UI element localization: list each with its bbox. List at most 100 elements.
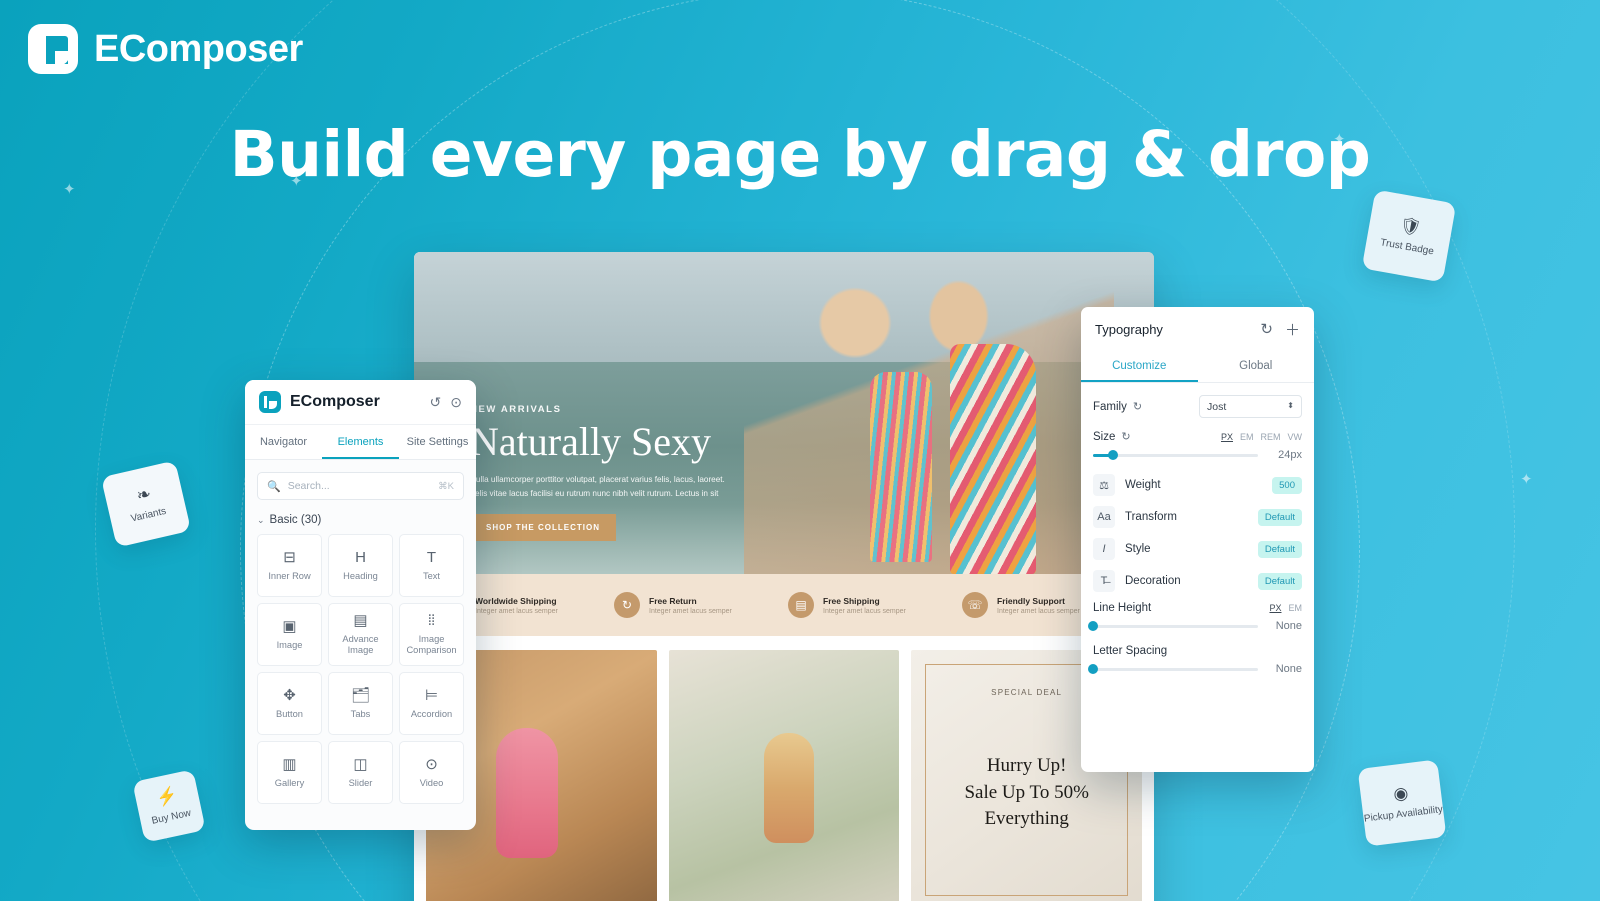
line-height-label: Line Height: [1093, 602, 1152, 614]
tab-navigator[interactable]: Navigator: [245, 425, 322, 459]
headset-icon: ☏: [962, 592, 988, 618]
element-advance-image[interactable]: ▤ Advance Image: [328, 603, 393, 666]
typography-panel[interactable]: Typography ↻ ＋ Customize Global Family ↻…: [1081, 307, 1314, 772]
element-image[interactable]: ▣ Image: [257, 603, 322, 666]
element-tabs[interactable]: 🗂 Tabs: [328, 672, 393, 735]
search-shortcut: ⌘K: [438, 480, 454, 492]
refresh-icon[interactable]: ↻: [1121, 430, 1130, 443]
tab-global[interactable]: Global: [1198, 351, 1315, 382]
prop-value[interactable]: 500: [1272, 476, 1302, 494]
element-image-comparison[interactable]: ⦙⦙ Image Comparison: [399, 603, 464, 666]
element-label: Video: [419, 777, 444, 788]
chip-buy-now[interactable]: ⚡ Buy Now: [132, 769, 206, 843]
strikethrough-icon: T̶: [1093, 570, 1115, 592]
feature-title: Free Return: [649, 595, 697, 606]
image-icon: ▣: [282, 617, 297, 635]
tab-site-settings[interactable]: Site Settings: [399, 425, 476, 459]
advance-image-icon: ▤: [353, 612, 368, 630]
transform-aa-icon: Aa: [1093, 506, 1115, 528]
tab-elements[interactable]: Elements: [322, 425, 399, 459]
help-circle-icon[interactable]: ⊙: [450, 394, 462, 411]
variants-swatch-icon: ❧: [134, 484, 153, 506]
unit-em[interactable]: EM: [1240, 432, 1254, 442]
unit-px[interactable]: PX: [1221, 432, 1233, 442]
prop-style[interactable]: I Style Default: [1093, 538, 1302, 560]
lightning-bolt-icon: ⚡: [154, 785, 180, 809]
sparkle-icon: ✦: [1520, 471, 1533, 488]
line-height-slider[interactable]: None: [1088, 620, 1302, 632]
elements-panel[interactable]: EComposer ↺ ⊙ Navigator Elements Site Se…: [245, 380, 476, 830]
size-slider[interactable]: 24px: [1093, 449, 1302, 461]
element-text[interactable]: T Text: [399, 534, 464, 597]
inner-row-icon: ⊟: [283, 548, 296, 566]
page-title: Build every page by drag & drop: [229, 118, 1371, 191]
product-image[interactable]: [668, 650, 900, 901]
plus-icon[interactable]: ＋: [1285, 319, 1300, 340]
elements-panel-header: EComposer ↺ ⊙: [245, 380, 476, 425]
prop-weight[interactable]: ⚖ Weight 500: [1093, 474, 1302, 496]
unit-vw[interactable]: VW: [1288, 432, 1303, 442]
element-label: Text: [422, 570, 441, 581]
section-basic[interactable]: ⌄ Basic (30): [257, 514, 464, 526]
element-accordion[interactable]: ⊨ Accordion: [399, 672, 464, 735]
prop-label: Weight: [1125, 479, 1161, 491]
gallery-icon: ▥: [282, 755, 297, 773]
element-label: Tabs: [350, 708, 371, 719]
unit-rem[interactable]: REM: [1261, 432, 1281, 442]
elements-grid: ⊟ Inner Row H Heading T Text ▣ Image ▤ Advanc…: [245, 534, 476, 804]
map-pin-icon: ◉: [1392, 783, 1410, 805]
element-slider[interactable]: ◫ Slider: [328, 741, 393, 804]
history-icon[interactable]: ↺: [430, 394, 442, 411]
prop-label: Transform: [1125, 511, 1177, 523]
unit-px[interactable]: PX: [1269, 603, 1281, 613]
letter-spacing-label: Letter Spacing: [1093, 645, 1168, 657]
accordion-icon: ⊨: [424, 686, 439, 704]
refresh-icon: ↻: [614, 592, 640, 618]
prop-value[interactable]: Default: [1257, 508, 1302, 526]
image-comparison-icon: ⦙⦙: [428, 612, 435, 630]
element-label: Inner Row: [268, 570, 311, 581]
element-gallery[interactable]: ▥ Gallery: [257, 741, 322, 804]
weight-scale-icon: ⚖: [1093, 474, 1115, 496]
typography-panel-header: Typography ↻ ＋: [1081, 307, 1314, 351]
chip-variants[interactable]: ❧ Variants: [100, 460, 192, 548]
feature-title: Friendly Support: [997, 595, 1065, 606]
element-button[interactable]: ✥ Button: [257, 672, 322, 735]
search-placeholder: Search...: [287, 480, 330, 492]
element-inner-row[interactable]: ⊟ Inner Row: [257, 534, 322, 597]
tab-customize[interactable]: Customize: [1081, 351, 1198, 382]
size-value: 24px: [1278, 449, 1302, 461]
chevron-updown-icon: ⬍: [1287, 401, 1294, 411]
chip-trust-badge[interactable]: 🛡 Trust Badge: [1361, 189, 1457, 283]
element-label: Image Comparison: [406, 634, 457, 655]
product-row: SPECIAL DEAL Hurry Up! Sale Up To 50% Ev…: [414, 636, 1154, 901]
refresh-icon[interactable]: ↻: [1133, 400, 1142, 413]
chip-pickup-availability[interactable]: ◉ Pickup Availability: [1357, 759, 1447, 847]
font-family-select[interactable]: Jost ⬍: [1199, 395, 1302, 418]
line-height-row: Line Height PX EM: [1093, 602, 1302, 614]
website-preview[interactable]: NEW ARRIVALS Naturally Sexy Nulla ullamc…: [414, 252, 1154, 901]
element-video[interactable]: ⊙ Video: [399, 741, 464, 804]
element-heading[interactable]: H Heading: [328, 534, 393, 597]
prop-transform[interactable]: Aa Transform Default: [1093, 506, 1302, 528]
element-label: Gallery: [274, 777, 305, 788]
typography-panel-title: Typography: [1095, 321, 1163, 337]
italic-icon: I: [1093, 538, 1115, 560]
refresh-icon[interactable]: ↻: [1260, 320, 1273, 338]
shop-collection-button[interactable]: SHOP THE COLLECTION: [470, 514, 616, 542]
brand-logo[interactable]: EComposer: [28, 24, 303, 74]
feature-title: Worldwide Shipping: [475, 595, 557, 606]
line-height-units: PX EM: [1269, 603, 1302, 613]
search-input[interactable]: 🔍 Search... ⌘K: [257, 472, 464, 500]
prop-value[interactable]: Default: [1257, 540, 1302, 558]
prop-decoration[interactable]: T̶ Decoration Default: [1093, 570, 1302, 592]
hero-title: Naturally Sexy: [470, 419, 712, 464]
typography-tabs: Customize Global: [1081, 351, 1314, 383]
section-label: Basic (30): [269, 514, 322, 526]
letter-spacing-slider[interactable]: None: [1088, 663, 1302, 675]
feature-item: ▤ Free Shipping Integer amet lacus sempe…: [788, 592, 954, 618]
letter-spacing-row: Letter Spacing: [1093, 645, 1302, 657]
font-family-value: Jost: [1207, 400, 1227, 413]
unit-em[interactable]: EM: [1289, 603, 1303, 613]
prop-value[interactable]: Default: [1257, 572, 1302, 590]
